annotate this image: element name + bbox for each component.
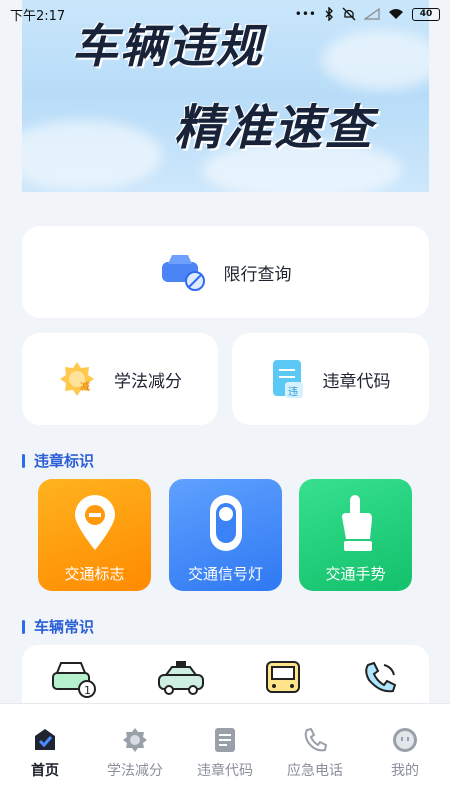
- svg-text:1: 1: [84, 684, 91, 697]
- mute-icon: [342, 7, 356, 21]
- banner-subheadline: 精准速查: [174, 100, 375, 156]
- violation-code-card[interactable]: 违 违章代码: [232, 333, 429, 425]
- tile-traffic-lights[interactable]: 交通信号灯: [169, 479, 282, 591]
- section-vehicle-knowledge: 车辆常识: [22, 616, 94, 637]
- nav-profile-label: 我的: [391, 763, 419, 779]
- hand-gesture-icon: [341, 495, 372, 551]
- tile-traffic-signs[interactable]: 交通标志: [38, 479, 151, 591]
- car-restrict-icon: [161, 255, 205, 291]
- tile-traffic-lights-label: 交通信号灯: [187, 565, 263, 583]
- taxi-icon[interactable]: [156, 659, 206, 699]
- badge-icon: 减: [60, 362, 94, 396]
- nav-profile[interactable]: 我的: [360, 726, 450, 780]
- nav-emergency-phone-label: 应急电话: [287, 763, 343, 779]
- svg-text:违: 违: [288, 386, 298, 398]
- phone-icon: [304, 727, 328, 752]
- bus-icon[interactable]: [263, 659, 303, 699]
- profile-icon: [393, 728, 417, 752]
- traffic-light-icon: [209, 495, 242, 551]
- cell-signal-icon: [364, 8, 380, 20]
- nav-study[interactable]: 学法减分: [90, 726, 180, 780]
- restriction-query-card[interactable]: 限行查询: [22, 226, 429, 318]
- section-vehicle-knowledge-title: 车辆常识: [34, 618, 95, 636]
- badge-icon: [123, 728, 147, 752]
- section-marker: [22, 619, 25, 634]
- home-icon: [35, 729, 55, 750]
- tile-traffic-gestures[interactable]: 交通手势: [299, 479, 412, 591]
- banner[interactable]: 车辆违规 精准速查: [22, 0, 429, 192]
- section-violation-signs: 违章标识: [22, 450, 94, 471]
- document-icon: [215, 728, 235, 752]
- wifi-icon: [389, 9, 403, 19]
- bottom-navigation: 首页 学法减分 违章代码 应急电话 我的: [0, 703, 450, 800]
- tile-traffic-signs-label: 交通标志: [64, 565, 125, 583]
- nav-violation-codes[interactable]: 违章代码: [180, 726, 270, 780]
- signal-dots: •••: [294, 7, 316, 21]
- status-icons: ••• 40: [295, 7, 440, 21]
- violation-code-label: 违章代码: [322, 371, 391, 392]
- study-reduce-points-card[interactable]: 减 学法减分: [22, 333, 218, 425]
- restriction-query-label: 限行查询: [223, 264, 292, 285]
- car-one-icon[interactable]: 1: [51, 659, 99, 699]
- section-marker: [22, 453, 25, 468]
- bluetooth-icon: [325, 7, 333, 21]
- nav-study-label: 学法减分: [107, 763, 163, 779]
- phone-icon[interactable]: [360, 659, 400, 699]
- document-icon: 违: [272, 360, 303, 398]
- status-bar: 下午2:17 ••• 40: [0, 0, 450, 28]
- svg-text:减: 减: [80, 381, 90, 393]
- section-violation-signs-title: 违章标识: [34, 452, 95, 470]
- location-pin-icon: [74, 495, 115, 550]
- nav-violation-codes-label: 违章代码: [197, 763, 253, 779]
- nav-home-label: 首页: [31, 763, 59, 779]
- status-time: 下午2:17: [10, 8, 66, 24]
- nav-home[interactable]: 首页: [0, 726, 90, 780]
- study-reduce-points-label: 学法减分: [114, 371, 182, 392]
- tile-traffic-gestures-label: 交通手势: [325, 565, 386, 583]
- nav-emergency-phone[interactable]: 应急电话: [270, 726, 360, 780]
- battery-icon: 40: [412, 7, 440, 21]
